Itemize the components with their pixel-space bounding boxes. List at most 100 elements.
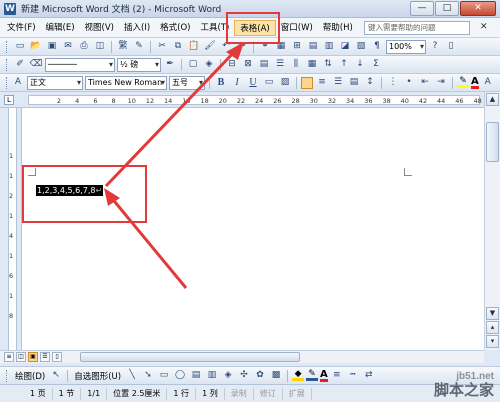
maximize-button[interactable]: □	[435, 1, 459, 16]
document-map-icon[interactable]: ▧	[354, 40, 368, 53]
borders-icon[interactable]: ▢	[186, 58, 200, 71]
paste-icon[interactable]: 📋	[187, 40, 201, 53]
reading-icon[interactable]: ▯	[444, 40, 458, 53]
wordart-icon[interactable]: ◈	[221, 369, 235, 382]
italic-button[interactable]: I	[230, 76, 244, 89]
picture-icon[interactable]: ▩	[269, 369, 283, 382]
diagram-icon[interactable]: ✣	[237, 369, 251, 382]
prev-page-button[interactable]: ▴	[486, 321, 499, 334]
split-cells-icon[interactable]: ⊠	[241, 58, 255, 71]
drawing-icon[interactable]: ◪	[338, 40, 352, 53]
vertical-scrollbar[interactable]: ▲ ▼ ▴ ▾	[484, 92, 500, 350]
research-icon[interactable]: ✎	[132, 40, 146, 53]
insert-table-icon[interactable]: ⊞	[290, 40, 304, 53]
line-icon[interactable]: ╲	[125, 369, 139, 382]
textbox-icon[interactable]: ▤	[189, 369, 203, 382]
zoom-select[interactable]: 100%	[386, 39, 426, 54]
line-color-icon[interactable]: ✎	[306, 370, 319, 381]
scroll-up-button[interactable]: ▲	[486, 93, 499, 106]
help-icon[interactable]: ?	[428, 40, 442, 53]
print-layout-button[interactable]: ▣	[28, 352, 38, 362]
ruler-strip[interactable]: 2 4 6 8 10 12 14 16 18 20 22 24 26 28 30 32 34 36 38 40 42 44…	[28, 95, 482, 105]
increase-indent-icon[interactable]: ⇥	[434, 76, 448, 89]
permission-icon[interactable]: ✉	[61, 40, 75, 53]
numbering-icon[interactable]: ⋮	[386, 76, 400, 89]
status-record[interactable]: 录制	[225, 387, 254, 400]
font-select[interactable]: Times New Roman	[85, 75, 167, 90]
help-search-input[interactable]: 键入需要帮助的问题	[364, 21, 470, 35]
select-objects-icon[interactable]: ↖	[49, 369, 63, 382]
horizontal-scroll-thumb[interactable]	[80, 352, 300, 362]
sort-descending-icon[interactable]: ↓	[353, 58, 367, 71]
font-color-icon[interactable]: A	[471, 76, 479, 89]
line-style-select[interactable]: ──────	[45, 57, 115, 72]
styles-pane-icon[interactable]: A	[11, 76, 25, 89]
print-icon[interactable]: ⎙	[77, 40, 91, 53]
toolbar-grip[interactable]	[6, 369, 9, 382]
reading-view-button[interactable]: ▯	[52, 352, 62, 362]
align-justify-button[interactable]	[301, 76, 313, 89]
insert-excel-icon[interactable]: ▤	[306, 40, 320, 53]
change-direction-icon[interactable]: ⇅	[321, 58, 335, 71]
draw-table-icon[interactable]: ✐	[13, 58, 27, 71]
fill-color-icon[interactable]: ◆	[292, 370, 305, 381]
menu-help[interactable]: 帮助(H)	[318, 20, 358, 36]
bullets-icon[interactable]: •	[402, 76, 416, 89]
scroll-down-button[interactable]: ▼	[486, 307, 499, 320]
underline-button[interactable]: U	[246, 76, 260, 89]
decrease-indent-icon[interactable]: ⇤	[418, 76, 432, 89]
eraser-icon[interactable]: ⌫	[29, 58, 43, 71]
close-button[interactable]: ✕	[460, 1, 496, 16]
horizontal-ruler[interactable]: L 2 4 6 8 10 12 14 16 18 20 22 24 26 28 30 32 34 36 38 40 42…	[0, 92, 500, 108]
autoshapes-button[interactable]: 自选图形(U)	[72, 370, 123, 382]
bold-button[interactable]: B	[214, 76, 228, 89]
menu-view[interactable]: 视图(V)	[80, 20, 119, 36]
hyperlink-icon[interactable]: ⚭	[258, 40, 272, 53]
autoformat-icon[interactable]: ▦	[305, 58, 319, 71]
redo-icon[interactable]: ↷	[235, 40, 249, 53]
font-size-select[interactable]: 五号	[169, 75, 205, 90]
align-center-icon[interactable]: ≡	[315, 76, 329, 89]
character-shading-icon[interactable]: ▨	[278, 76, 292, 89]
print-preview-icon[interactable]: ◫	[93, 40, 107, 53]
document-page[interactable]: 1,2,3,4,5,6,7,8↵	[22, 108, 484, 350]
autosum-icon[interactable]: Σ	[369, 58, 383, 71]
distribute-rows-icon[interactable]: ☰	[273, 58, 287, 71]
dash-style-icon[interactable]: ┅	[346, 369, 360, 382]
draw-menu-button[interactable]: 绘图(D)	[13, 370, 47, 382]
drawing-font-color-icon[interactable]: A	[320, 369, 328, 382]
tab-selector[interactable]: L	[4, 95, 14, 105]
line-style-icon[interactable]: ≡	[330, 369, 344, 382]
character-border-icon[interactable]: ▭	[262, 76, 276, 89]
toolbar-grip[interactable]	[6, 76, 7, 89]
clip-art-icon[interactable]: ✿	[253, 369, 267, 382]
menu-edit[interactable]: 编辑(E)	[41, 20, 80, 36]
normal-view-button[interactable]: ≡	[4, 352, 14, 362]
style-select[interactable]: 正文	[27, 75, 83, 90]
menu-window[interactable]: 窗口(W)	[276, 20, 318, 36]
next-page-button[interactable]: ▾	[486, 335, 499, 348]
format-painter-icon[interactable]: 🖌	[203, 40, 217, 53]
web-view-button[interactable]: ◫	[16, 352, 26, 362]
line-spacing-icon[interactable]: ↕	[363, 76, 377, 89]
merge-cells-icon[interactable]: ⊟	[225, 58, 239, 71]
align-right-icon[interactable]: ☰	[331, 76, 345, 89]
columns-icon[interactable]: ▥	[322, 40, 336, 53]
horizontal-scrollbar[interactable]: ≡ ◫ ▣ ☰ ▯	[0, 350, 484, 363]
align-cell-icon[interactable]: ▤	[257, 58, 271, 71]
vertical-scroll-thumb[interactable]	[486, 122, 499, 162]
new-document-icon[interactable]: ▭	[13, 40, 27, 53]
distribute-columns-icon[interactable]: ⫼	[289, 58, 303, 71]
oval-icon[interactable]: ◯	[173, 369, 187, 382]
tables-borders-icon[interactable]: ▦	[274, 40, 288, 53]
minimize-button[interactable]: —	[410, 1, 434, 16]
toolbar-grip[interactable]	[6, 40, 9, 53]
cut-icon[interactable]: ✂	[155, 40, 169, 53]
save-icon[interactable]: ▣	[45, 40, 59, 53]
menu-tools[interactable]: 工具(T)	[195, 20, 234, 36]
highlight-icon[interactable]: ✎	[457, 77, 469, 88]
status-track[interactable]: 修订	[254, 387, 283, 400]
vertical-textbox-icon[interactable]: ▥	[205, 369, 219, 382]
distributed-icon[interactable]: ▤	[347, 76, 361, 89]
arrow-icon[interactable]: ➘	[141, 369, 155, 382]
